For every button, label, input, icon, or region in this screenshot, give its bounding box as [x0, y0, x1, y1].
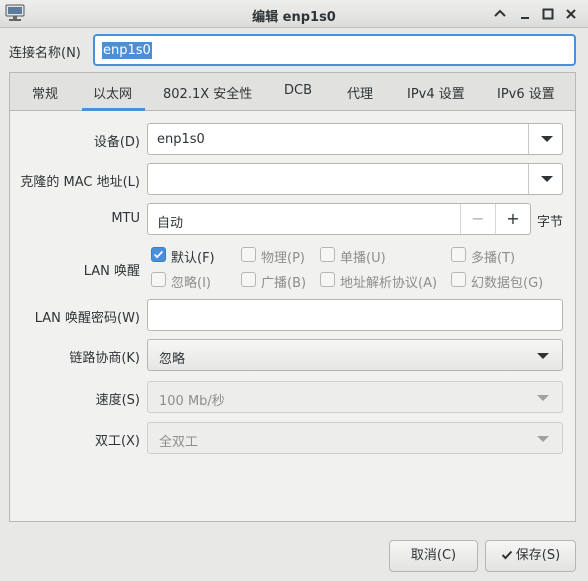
checkbox-box: [241, 247, 256, 262]
link-negotiation-dropdown[interactable]: 忽略: [147, 339, 563, 371]
mtu-increment-button[interactable]: +: [495, 204, 530, 234]
tab-general[interactable]: 常规: [32, 83, 58, 107]
duplex-value: 全双工: [159, 435, 199, 450]
active-tab-indicator: [82, 108, 145, 111]
cloned-mac-combo[interactable]: [147, 163, 563, 195]
chevron-down-icon: [541, 136, 553, 142]
mtu-decrement-button[interactable]: −: [460, 204, 495, 234]
connection-name-label: 连接名称(N): [9, 46, 81, 61]
cancel-button-label: 取消(C): [410, 548, 457, 563]
checkbox-box: [241, 272, 256, 287]
cancel-button[interactable]: 取消(C): [389, 540, 478, 572]
mtu-value: 自动: [157, 216, 184, 231]
checkbox-box: [451, 247, 466, 262]
wol-multicast-label: 多播(T): [471, 251, 516, 266]
cloned-mac-dropdown-button[interactable]: [528, 164, 562, 194]
duplex-dropdown[interactable]: 全双工: [147, 422, 563, 454]
check-icon: [501, 543, 513, 573]
save-button[interactable]: 保存(S): [485, 540, 576, 572]
checkbox-box: [320, 272, 335, 287]
wol-label: LAN 唤醒: [83, 264, 140, 279]
wol-ignore-label: 忽略(I): [171, 276, 211, 291]
wol-arp-label: 地址解析协议(A): [340, 276, 438, 291]
device-label: 设备(D): [93, 135, 140, 150]
speed-dropdown[interactable]: 100 Mb/秒: [147, 381, 563, 413]
connection-name-value: enp1s0: [102, 42, 152, 59]
mtu-label: MTU: [111, 211, 140, 226]
wol-password-input[interactable]: [147, 299, 563, 331]
maximize-icon[interactable]: [539, 5, 557, 23]
mtu-unit-label: 字节: [537, 215, 564, 230]
chevron-down-icon: [537, 436, 549, 442]
title-bar: 编辑 enp1s0: [0, 0, 588, 28]
tab-8021x-security[interactable]: 802.1X 安全性: [163, 83, 252, 107]
tab-ethernet[interactable]: 以太网: [93, 83, 132, 107]
link-negotiation-value: 忽略: [159, 352, 186, 367]
tab-ipv6-settings[interactable]: IPv6 设置: [497, 83, 555, 107]
connection-name-row: 连接名称(N) enp1s0: [0, 34, 588, 66]
checkbox-box: [151, 272, 166, 287]
checkbox-box: [320, 247, 335, 262]
checkbox-box: [151, 247, 166, 262]
chevron-down-icon: [537, 395, 549, 401]
wol-unicast-label: 单播(U): [340, 251, 386, 266]
wol-physical-label: 物理(P): [261, 251, 305, 266]
device-value: enp1s0: [157, 132, 205, 147]
wol-default-label: 默认(F): [171, 251, 215, 266]
wol-password-label: LAN 唤醒密码(W): [34, 311, 140, 326]
duplex-label: 双工(X): [94, 434, 140, 449]
speed-value: 100 Mb/秒: [159, 394, 225, 409]
tab-bar: 常规 以太网 802.1X 安全性 DCB 代理 IPv4 设置 IPv6 设置: [10, 73, 575, 111]
chevron-down-icon: [541, 176, 553, 182]
tab-dcb[interactable]: DCB: [284, 83, 312, 107]
link-negotiation-label: 链路协商(K): [69, 351, 140, 366]
connection-name-input[interactable]: enp1s0: [93, 34, 576, 66]
tab-ipv4-settings[interactable]: IPv4 设置: [407, 83, 465, 107]
chevron-down-icon: [537, 353, 549, 359]
chevron-up-icon[interactable]: [491, 5, 509, 23]
tab-proxy[interactable]: 代理: [347, 83, 373, 107]
mtu-spinbutton[interactable]: 自动 − +: [147, 203, 531, 235]
minimize-icon[interactable]: [516, 5, 534, 23]
checkbox-box: [451, 272, 466, 287]
save-button-label: 保存(S): [515, 548, 561, 563]
device-dropdown-button[interactable]: [528, 124, 562, 154]
cloned-mac-label: 克隆的 MAC 地址(L): [20, 175, 140, 190]
wol-broadcast-label: 广播(B): [261, 276, 307, 291]
wol-magic-label: 幻数据包(G): [471, 276, 544, 291]
check-icon: [153, 250, 164, 259]
close-icon[interactable]: [562, 5, 580, 23]
speed-label: 速度(S): [95, 393, 140, 408]
device-combo[interactable]: enp1s0: [147, 123, 563, 155]
